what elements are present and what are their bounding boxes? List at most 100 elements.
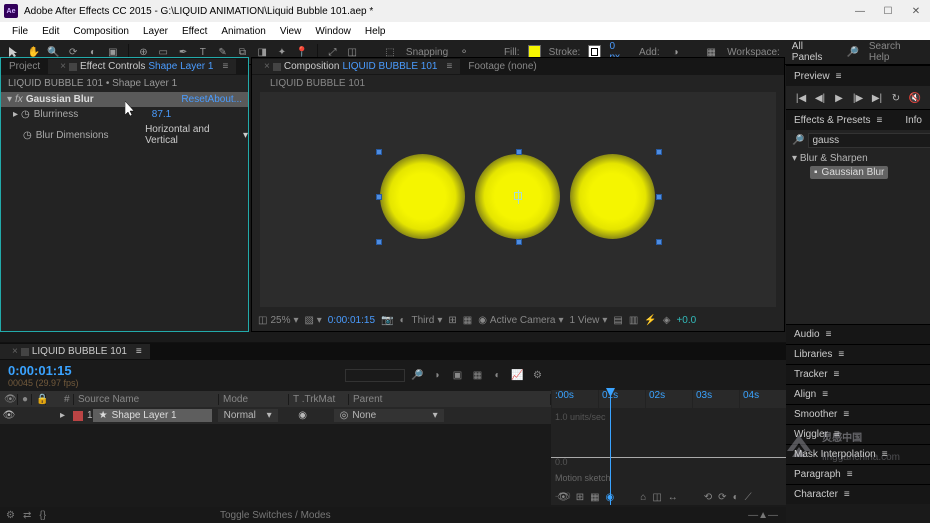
tracker-panel-head[interactable]: Tracker≡ — [786, 364, 930, 384]
ge-icon[interactable]: ⌂ — [640, 492, 646, 503]
channel-icon[interactable]: ◐ — [399, 315, 405, 326]
ge-icon[interactable]: ◫ — [652, 492, 661, 503]
first-frame-icon[interactable]: |◀ — [794, 91, 808, 105]
timeline-icon[interactable]: ◈ — [663, 315, 671, 326]
search-help[interactable]: Search Help — [869, 41, 920, 63]
audio-panel-head[interactable]: Audio≡ — [786, 324, 930, 344]
grid-icon[interactable]: ⊞ — [448, 315, 456, 326]
menu-window[interactable]: Window — [309, 24, 357, 39]
layer-name[interactable]: ★Shape Layer 1 — [93, 409, 212, 422]
tl-search-icon[interactable]: 🔎 — [410, 368, 425, 383]
ge-icon[interactable]: 👁 — [557, 492, 570, 503]
effect-controls-tab[interactable]: ×Effect Controls Shape Layer 1≡ — [48, 59, 236, 74]
character-panel-head[interactable]: Character≡ — [786, 484, 930, 504]
eye-col-icon[interactable]: 👁 — [0, 394, 18, 405]
lock-col-icon[interactable]: 🔒 — [32, 394, 46, 405]
quality-dropdown[interactable]: Third ▾ — [412, 315, 443, 326]
info-tab[interactable]: Info — [905, 115, 922, 126]
tl-search[interactable] — [345, 369, 405, 382]
layer-color[interactable] — [73, 411, 83, 421]
stopwatch-icon[interactable]: ◷ — [21, 109, 30, 120]
tl-graph-icon[interactable]: 📈 — [510, 368, 525, 383]
graph-editor[interactable]: 1.0 units/sec 0.0 -1.0 Motion sketch 👁⊞▦… — [551, 408, 786, 505]
preview-tab[interactable]: Preview — [794, 71, 830, 82]
tl-settings-icon[interactable]: ⚙ — [6, 510, 15, 521]
menu-layer[interactable]: Layer — [137, 24, 174, 39]
mask-icon[interactable]: ▦ — [463, 315, 472, 326]
toggle-switches-modes[interactable]: Toggle Switches / Modes — [220, 510, 331, 521]
views-dropdown[interactable]: 1 View ▾ — [570, 315, 608, 326]
next-frame-icon[interactable]: |▶ — [851, 91, 865, 105]
tl-frame-blend-icon[interactable]: ▦ — [470, 368, 485, 383]
blurriness-value[interactable]: 87.1 — [152, 109, 171, 120]
triangle-right-icon[interactable]: ▸ — [13, 109, 18, 120]
menu-view[interactable]: View — [274, 24, 308, 39]
tl-shy-icon[interactable]: ◗ — [430, 368, 445, 383]
handle[interactable] — [516, 149, 522, 155]
tl-comp-icon[interactable]: ▣ — [450, 368, 465, 383]
handle[interactable] — [656, 239, 662, 245]
project-tab[interactable]: Project — [1, 59, 48, 74]
handle[interactable] — [376, 239, 382, 245]
libraries-panel-head[interactable]: Libraries≡ — [786, 344, 930, 364]
snapping-label[interactable]: Snapping — [406, 47, 448, 58]
mask-interp-panel-head[interactable]: Mask Interpolation≡ — [786, 444, 930, 464]
playhead[interactable] — [610, 390, 611, 505]
timeline-tab[interactable]: ×LIQUID BUBBLE 101≡ — [0, 344, 150, 359]
pixel-icon[interactable]: ▥ — [629, 315, 638, 326]
minimize-button[interactable]: — — [846, 0, 874, 22]
mode-dropdown[interactable]: Normal▾ — [218, 409, 278, 422]
paragraph-panel-head[interactable]: Paragraph≡ — [786, 464, 930, 484]
handle[interactable] — [376, 194, 382, 200]
visibility-icon[interactable]: 👁 — [0, 410, 18, 421]
ep-category[interactable]: ▾ Blur & Sharpen — [786, 151, 930, 166]
prev-frame-icon[interactable]: ◀| — [813, 91, 827, 105]
about-link[interactable]: About... — [208, 94, 242, 105]
menu-composition[interactable]: Composition — [67, 24, 135, 39]
camera-dropdown[interactable]: ◉ Active Camera ▾ — [478, 315, 563, 326]
handle[interactable] — [656, 194, 662, 200]
align-panel-head[interactable]: Align≡ — [786, 384, 930, 404]
menu-file[interactable]: File — [6, 24, 34, 39]
composition-tab[interactable]: ×Composition LIQUID BUBBLE 101≡ — [252, 59, 460, 74]
anchor-point-icon[interactable] — [514, 192, 522, 200]
time-ruler[interactable]: :00s01s02s03s04s — [551, 390, 786, 408]
handle[interactable] — [656, 149, 662, 155]
ec-effect-header[interactable]: ▾ fx Gaussian Blur Reset About... — [1, 92, 248, 107]
menu-help[interactable]: Help — [359, 24, 392, 39]
tl-brackets-icon[interactable]: {} — [39, 510, 46, 521]
timeline-layer-row[interactable]: 👁 ▸ 1 ★Shape Layer 1 Normal▾ ◉ ◎None▾ — [0, 407, 551, 424]
handle[interactable] — [376, 149, 382, 155]
ge-icon[interactable]: ▦ — [590, 492, 599, 503]
composition-viewer[interactable] — [260, 92, 776, 307]
resolution-dropdown[interactable]: ▧ ▾ — [305, 315, 322, 326]
stopwatch-icon[interactable]: ◷ — [23, 130, 32, 141]
ge-icon[interactable]: ⟳ — [718, 492, 726, 503]
tl-switch-icon[interactable]: ⇄ — [23, 510, 31, 521]
loop-icon[interactable]: ↻ — [889, 91, 903, 105]
ep-effect-item[interactable]: ▪Gaussian Blur — [810, 166, 888, 179]
menu-edit[interactable]: Edit — [36, 24, 65, 39]
triangle-right-icon[interactable]: ▸ — [60, 410, 65, 421]
workspace-value[interactable]: All Panels — [792, 41, 833, 63]
comp-breadcrumb[interactable]: LIQUID BUBBLE 101 — [252, 75, 784, 92]
tl-brain-icon[interactable]: ⚙ — [530, 368, 545, 383]
view-opt-icon[interactable]: ▤ — [613, 315, 622, 326]
footage-tab[interactable]: Footage (none) — [460, 59, 544, 74]
parent-dropdown[interactable]: ◎None▾ — [334, 409, 444, 422]
search-icon[interactable]: 🔎 — [845, 44, 861, 61]
timeline-time[interactable]: 0:00:01:15 — [8, 363, 79, 378]
mute-icon[interactable]: 🔇 — [908, 91, 922, 105]
tl-motion-blur-icon[interactable]: ◐ — [490, 368, 505, 383]
reset-link[interactable]: Reset — [181, 94, 207, 105]
ep-tab[interactable]: Effects & Presets — [794, 115, 871, 126]
last-frame-icon[interactable]: ▶| — [870, 91, 884, 105]
ge-icon[interactable]: ⟲ — [704, 492, 712, 503]
play-icon[interactable]: ▶ — [832, 91, 846, 105]
zoom-slider[interactable]: —▲— — [748, 510, 778, 521]
maximize-button[interactable]: ☐ — [874, 0, 902, 22]
ge-icon[interactable]: ↔ — [668, 492, 678, 503]
exposure-value[interactable]: +0.0 — [676, 315, 696, 326]
wiggler-panel-head[interactable]: Wiggler≡ — [786, 424, 930, 444]
ge-icon[interactable]: ⊞ — [576, 492, 584, 503]
